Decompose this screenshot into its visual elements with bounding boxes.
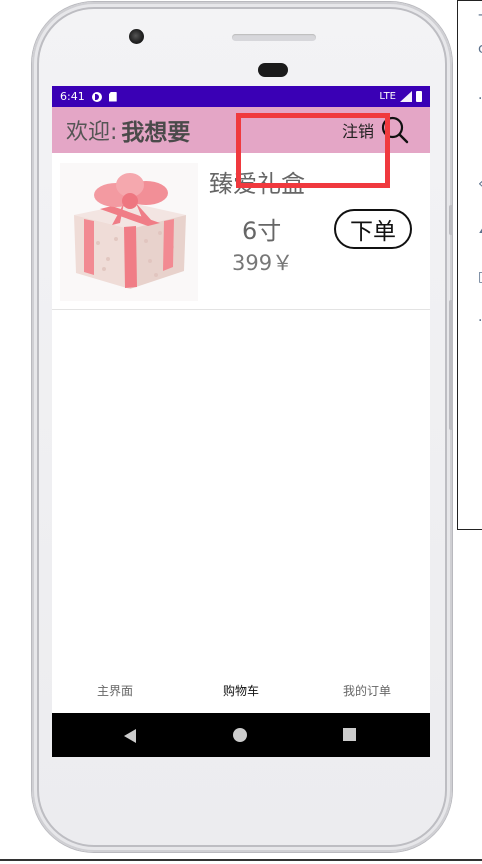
volume-button xyxy=(449,205,453,235)
tab-home[interactable]: 主界面 xyxy=(52,676,178,706)
username: 我想要 xyxy=(121,120,191,146)
highlight-box xyxy=(236,113,390,188)
camera-icon xyxy=(129,29,144,44)
item-price: 399￥ xyxy=(232,251,294,275)
order-button[interactable]: 下单 xyxy=(334,209,412,249)
gift-box-image xyxy=(60,163,198,301)
panel-glyph: c xyxy=(478,41,482,57)
signal-icon xyxy=(400,91,412,102)
welcome-label: 欢迎: xyxy=(66,120,118,145)
panel-glyph: - xyxy=(478,7,482,23)
power-button xyxy=(449,300,453,430)
notification-icon xyxy=(91,91,102,102)
status-bar: 6:41 LTE xyxy=(52,86,430,107)
tab-cart[interactable]: 购物车 xyxy=(178,676,304,706)
panel-glyph: · xyxy=(478,91,482,107)
home-icon[interactable] xyxy=(233,728,247,742)
bottom-tab-bar: 主界面 购物车 我的订单 xyxy=(52,676,430,706)
panel-glyph: ▯ xyxy=(478,269,482,285)
back-icon[interactable] xyxy=(124,729,136,743)
battery-icon xyxy=(416,91,422,102)
network-label: LTE xyxy=(379,91,396,102)
side-panel: - c · ‹ ∠ ▯ · xyxy=(457,0,482,530)
sd-card-icon xyxy=(108,91,117,102)
earpiece xyxy=(258,63,288,77)
item-size: 6寸 xyxy=(242,217,282,245)
system-nav-bar xyxy=(52,713,430,757)
speaker-grill xyxy=(232,34,316,41)
panel-glyph: ∠ xyxy=(478,221,482,237)
recents-icon[interactable] xyxy=(343,728,356,741)
status-time: 6:41 xyxy=(60,90,85,103)
panel-glyph: · xyxy=(478,313,482,329)
panel-glyph: ‹ xyxy=(478,176,482,192)
divider xyxy=(0,859,482,861)
tab-my-orders[interactable]: 我的订单 xyxy=(304,676,430,706)
